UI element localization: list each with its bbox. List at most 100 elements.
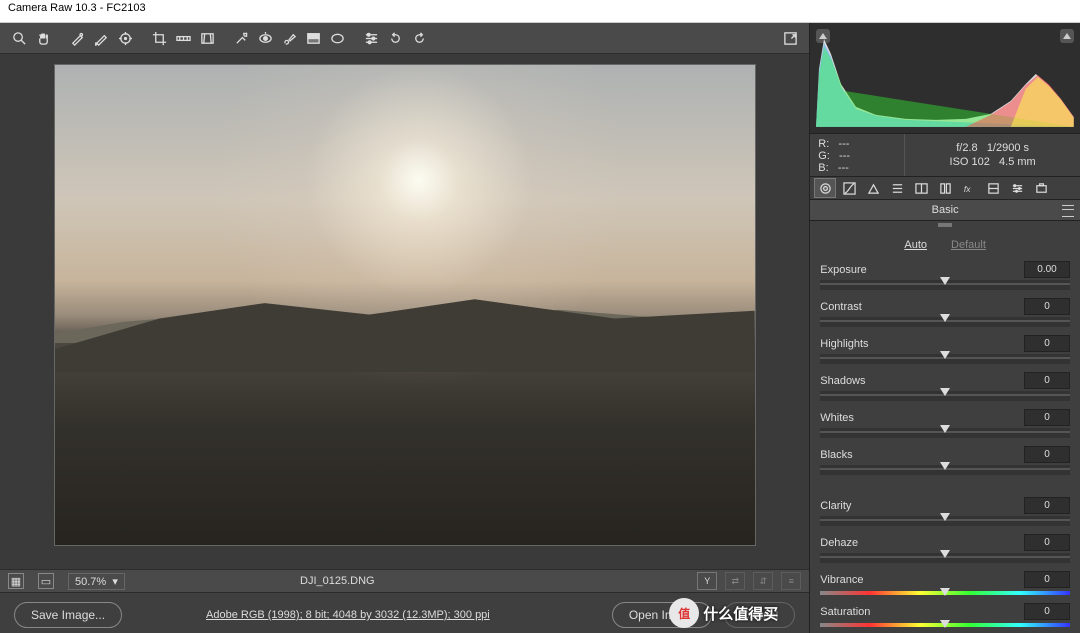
slider-thumb[interactable] bbox=[940, 513, 950, 521]
shutter: 1/2900 s bbox=[987, 142, 1029, 154]
slider-label: Dehaze bbox=[820, 537, 858, 549]
slider-thumb[interactable] bbox=[940, 425, 950, 433]
rotate-ccw-tool[interactable] bbox=[384, 27, 406, 49]
aperture: f/2.8 bbox=[956, 142, 977, 154]
panel-header: Basic bbox=[810, 200, 1080, 221]
slider-track[interactable] bbox=[820, 354, 1070, 364]
tab-calibration[interactable] bbox=[982, 178, 1004, 198]
panel-menu-icon[interactable] bbox=[1062, 205, 1074, 217]
transform-tool[interactable] bbox=[196, 27, 218, 49]
status-bar: ▦ ▭ 50.7% ▾ DJI_0125.DNG Y ⇄ ⇵ ≡ bbox=[0, 569, 809, 592]
copy-settings[interactable]: ≡ bbox=[781, 572, 801, 590]
crop-tool[interactable] bbox=[148, 27, 170, 49]
iso: ISO 102 bbox=[950, 156, 990, 168]
slider-label: Clarity bbox=[820, 500, 851, 512]
cancel-button[interactable]: Cancel bbox=[724, 602, 795, 628]
slider-value[interactable]: 0 bbox=[1024, 446, 1070, 463]
slider-thumb[interactable] bbox=[940, 550, 950, 558]
slider-track[interactable] bbox=[820, 280, 1070, 290]
brush-tool[interactable] bbox=[278, 27, 300, 49]
swap-icon[interactable]: ⇵ bbox=[753, 572, 773, 590]
slider-value[interactable]: 0 bbox=[1024, 409, 1070, 426]
readout-b: --- bbox=[838, 162, 849, 174]
slider-value[interactable]: 0 bbox=[1024, 335, 1070, 352]
slider-thumb[interactable] bbox=[940, 277, 950, 285]
filmstrip-toggle[interactable]: ▦ bbox=[8, 573, 24, 589]
radial-filter-tool[interactable] bbox=[326, 27, 348, 49]
auto-button[interactable]: Auto bbox=[904, 239, 927, 251]
histogram[interactable] bbox=[810, 23, 1080, 134]
tab-detail[interactable] bbox=[862, 178, 884, 198]
slider-value[interactable]: 0 bbox=[1024, 497, 1070, 514]
zoom-level[interactable]: 50.7% ▾ bbox=[68, 573, 125, 590]
slider-value[interactable]: 0.00 bbox=[1024, 261, 1070, 278]
target-adjust-tool[interactable] bbox=[114, 27, 136, 49]
slider-label: Vibrance bbox=[820, 574, 863, 586]
slider-track[interactable] bbox=[820, 623, 1070, 627]
filename: DJI_0125.DNG bbox=[300, 575, 375, 587]
save-image-button[interactable]: Save Image... bbox=[14, 602, 122, 628]
preview-image bbox=[54, 64, 756, 546]
open-image-button[interactable]: Open Image bbox=[612, 602, 712, 628]
tab-lens[interactable] bbox=[934, 178, 956, 198]
slider-label: Highlights bbox=[820, 338, 868, 350]
slider-track[interactable] bbox=[820, 391, 1070, 401]
slider-thumb[interactable] bbox=[940, 462, 950, 470]
tab-curve[interactable] bbox=[838, 178, 860, 198]
slider-label: Saturation bbox=[820, 606, 870, 618]
slider-value[interactable]: 0 bbox=[1024, 372, 1070, 389]
color-sampler-tool[interactable] bbox=[90, 27, 112, 49]
default-button[interactable]: Default bbox=[951, 239, 986, 251]
filmstrip-layout[interactable]: ▭ bbox=[38, 573, 54, 589]
slider-thumb[interactable] bbox=[940, 351, 950, 359]
basic-panel: Auto Default Exposure 0.00 Contrast 0 Highli… bbox=[810, 229, 1080, 633]
slider-track[interactable] bbox=[820, 465, 1070, 475]
slider-track[interactable] bbox=[820, 428, 1070, 438]
slider-track[interactable] bbox=[820, 317, 1070, 327]
workflow-link[interactable]: Adobe RGB (1998); 8 bit; 4048 by 3032 (1… bbox=[206, 609, 490, 621]
slider-value[interactable]: 0 bbox=[1024, 603, 1070, 620]
zoom-tool[interactable] bbox=[8, 27, 30, 49]
tab-split[interactable] bbox=[910, 178, 932, 198]
slider-track[interactable] bbox=[820, 591, 1070, 595]
slider-track[interactable] bbox=[820, 553, 1070, 563]
readout-g: --- bbox=[839, 150, 850, 162]
slider-value[interactable]: 0 bbox=[1024, 534, 1070, 551]
toolbar bbox=[0, 23, 809, 54]
slider-thumb[interactable] bbox=[940, 388, 950, 396]
slider-track[interactable] bbox=[820, 516, 1070, 526]
red-eye-tool[interactable] bbox=[254, 27, 276, 49]
straighten-tool[interactable] bbox=[172, 27, 194, 49]
slider-thumb[interactable] bbox=[940, 314, 950, 322]
panel-tabs: fx bbox=[810, 177, 1080, 200]
tab-presets[interactable] bbox=[1006, 178, 1028, 198]
graduated-filter-tool[interactable] bbox=[302, 27, 324, 49]
tab-snapshots[interactable] bbox=[1030, 178, 1052, 198]
preview-toggle[interactable]: Y bbox=[697, 572, 717, 590]
slider-label: Shadows bbox=[820, 375, 865, 387]
hand-tool[interactable] bbox=[32, 27, 54, 49]
svg-text:fx: fx bbox=[964, 184, 971, 194]
white-balance-tool[interactable] bbox=[66, 27, 88, 49]
slider-label: Blacks bbox=[820, 449, 852, 461]
before-after[interactable]: ⇄ bbox=[725, 572, 745, 590]
image-canvas[interactable] bbox=[0, 54, 809, 569]
slider-thumb[interactable] bbox=[940, 588, 950, 596]
tab-basic[interactable] bbox=[814, 178, 836, 198]
readout-r: --- bbox=[838, 138, 849, 150]
footer: Save Image... Adobe RGB (1998); 8 bit; 4… bbox=[0, 592, 809, 633]
slider-label: Contrast bbox=[820, 301, 862, 313]
slider-value[interactable]: 0 bbox=[1024, 571, 1070, 588]
window-title: Camera Raw 10.3 - FC2103 bbox=[0, 0, 1080, 23]
fullscreen-toggle[interactable] bbox=[779, 27, 801, 49]
preferences-tool[interactable] bbox=[360, 27, 382, 49]
rotate-cw-tool[interactable] bbox=[408, 27, 430, 49]
slider-value[interactable]: 0 bbox=[1024, 298, 1070, 315]
info-readout: R: --- G: --- B: --- f/2.8 1/2900 s ISO … bbox=[810, 134, 1080, 177]
tab-hsl[interactable] bbox=[886, 178, 908, 198]
slider-thumb[interactable] bbox=[940, 620, 950, 628]
tab-fx[interactable]: fx bbox=[958, 178, 980, 198]
slider-label: Exposure bbox=[820, 264, 866, 276]
spot-removal-tool[interactable] bbox=[230, 27, 252, 49]
slider-label: Whites bbox=[820, 412, 854, 424]
